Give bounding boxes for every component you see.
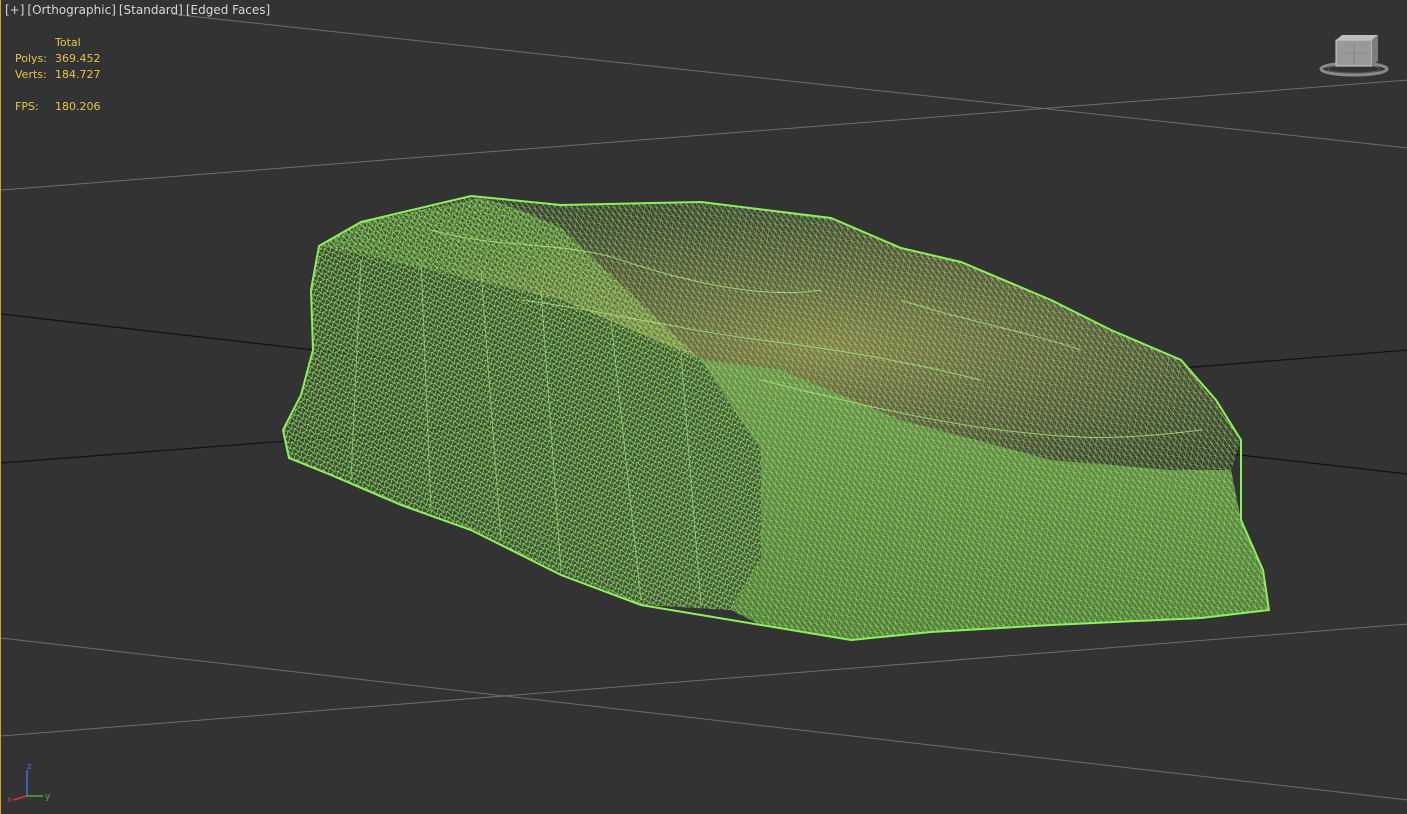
scene-canvas[interactable]	[1, 0, 1407, 814]
viewport-perspective[interactable]: [+] [Orthographic] [Standard] [Edged Fac…	[0, 0, 1407, 814]
stats-header: Total	[55, 36, 81, 49]
polys-value: 369.452	[55, 52, 101, 65]
viewport-menu-button[interactable]: [+]	[5, 3, 24, 17]
shading-menu[interactable]: [Standard]	[119, 3, 183, 17]
verts-label: Verts:	[15, 68, 47, 81]
view-type-menu[interactable]: [Orthographic]	[27, 3, 115, 17]
axis-x-label: x	[7, 795, 12, 804]
fps-label: FPS:	[15, 100, 39, 113]
axis-tripod-icon: z y x	[7, 762, 51, 804]
axis-y-label: y	[45, 792, 51, 802]
axis-z-label: z	[27, 762, 32, 772]
rock-mesh[interactable]	[281, 194, 1271, 642]
display-mode-menu[interactable]: [Edged Faces]	[186, 3, 270, 17]
statistics-overlay: Total Polys: 369.452 Verts: 184.727 FPS:…	[15, 35, 115, 115]
viewcube-icon[interactable]	[1317, 34, 1391, 80]
fps-value: 180.206	[55, 100, 101, 113]
viewport-label-bar: [+] [Orthographic] [Standard] [Edged Fac…	[5, 3, 270, 17]
polys-label: Polys:	[15, 52, 47, 65]
verts-value: 184.727	[55, 68, 101, 81]
